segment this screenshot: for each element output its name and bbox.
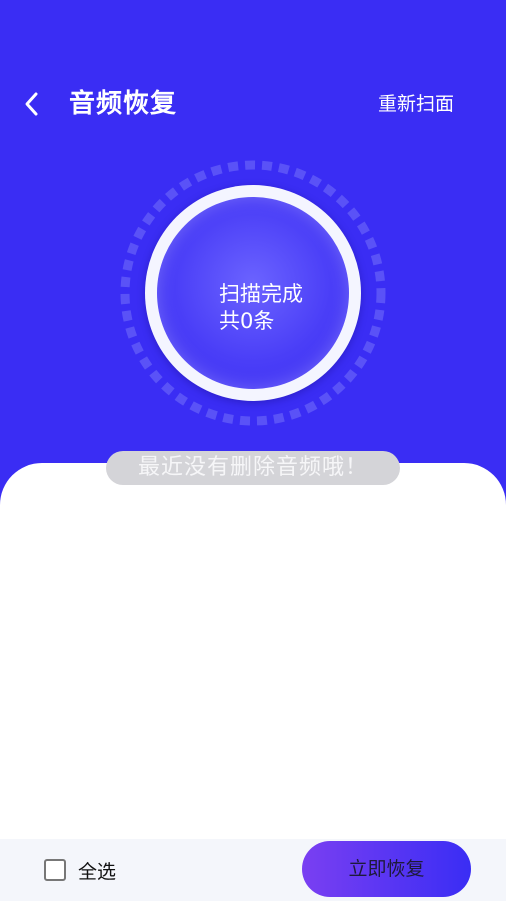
restore-now-button[interactable]: 立即恢复 [302,841,471,897]
empty-state-banner: 最近没有删除音频哦！ [106,451,400,485]
select-all-toggle[interactable]: 全选 [44,856,116,884]
page-title: 音频恢复 [69,89,178,119]
scan-circle-core: 扫描完成 共0条 [157,197,349,389]
rescan-button[interactable]: 重新扫面 [372,88,460,120]
scan-circle: 扫描完成 共0条 [145,185,361,401]
bottom-action-bar: 全选 立即恢复 [0,839,506,901]
scan-status-text: 扫描完成 [219,282,303,306]
audio-list-area [0,463,506,839]
scan-count-text: 共0条 [219,309,275,333]
select-all-label: 全选 [78,860,117,883]
chevron-left-icon [25,92,38,116]
back-button[interactable] [14,86,50,122]
select-all-checkbox[interactable] [44,859,66,881]
header-hero: 音频恢复 重新扫面 扫描完成 共0条 [0,0,506,520]
